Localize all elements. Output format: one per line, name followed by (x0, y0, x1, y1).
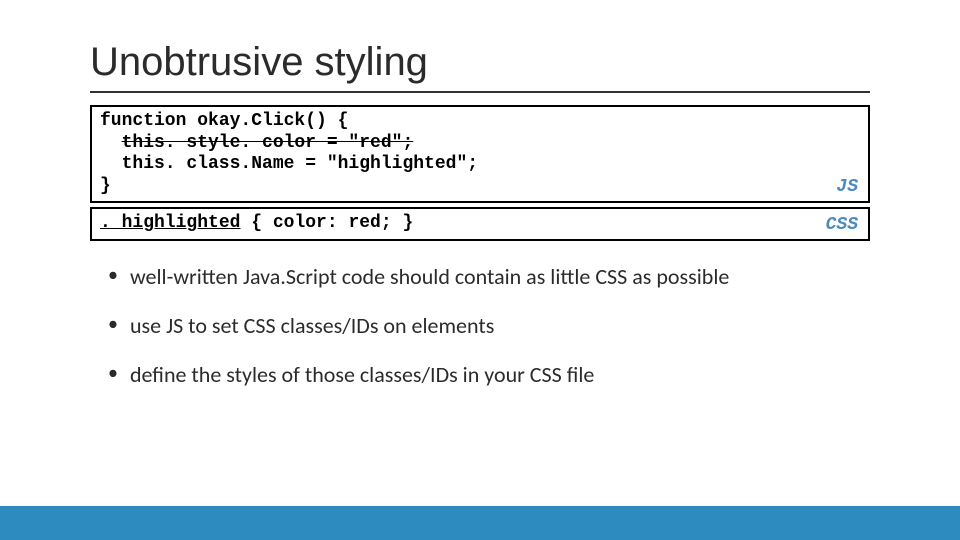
code-js-content: function okay.Click() { this. style. col… (92, 107, 868, 201)
code-lang-label-js: JS (836, 177, 858, 197)
code-js-line4: } (100, 176, 111, 196)
code-css-line1-rest: { color: red; } (240, 213, 413, 233)
code-css-content: . highlighted { color: red; } (92, 209, 868, 239)
code-js-line3: this. class.Name = "highlighted"; (100, 154, 478, 176)
slide-title: Unobtrusive styling (90, 40, 870, 93)
bullet-list: well-written Java.Script code should con… (90, 263, 870, 388)
list-item: use JS to set CSS classes/IDs on element… (108, 312, 870, 339)
code-js-line1: function okay.Click() { (100, 111, 348, 131)
footer-bar (0, 506, 960, 540)
code-js-line2-strike: this. style. color = "red"; (100, 133, 413, 155)
list-item: define the styles of those classes/IDs i… (108, 361, 870, 388)
code-css-line1-underlined: . highlighted (100, 213, 240, 233)
slide: Unobtrusive styling function okay.Click(… (0, 0, 960, 540)
code-lang-label-css: CSS (826, 215, 858, 235)
code-block-css: . highlighted { color: red; } CSS (90, 207, 870, 241)
code-block-js: function okay.Click() { this. style. col… (90, 105, 870, 203)
list-item: well-written Java.Script code should con… (108, 263, 870, 290)
